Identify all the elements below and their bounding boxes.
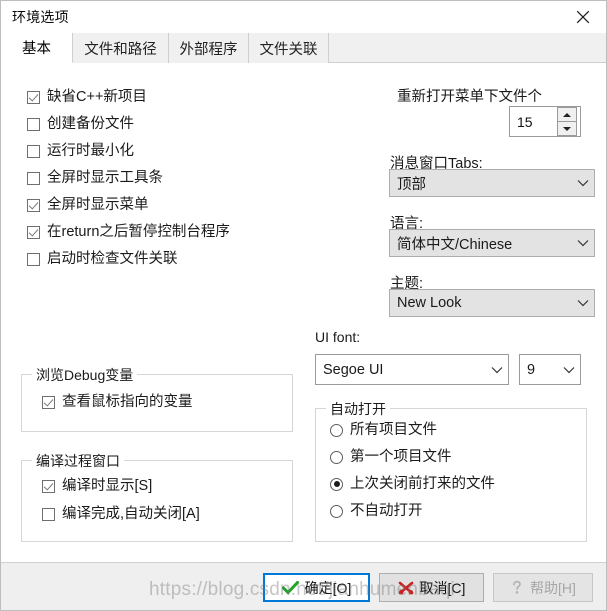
radio-label: 不自动打开 <box>350 503 423 519</box>
basic-tab-panel: 缺省C++新项目 创建备份文件 运行时最小化 全屏时显示工具条 全屏时显示菜单 … <box>1 63 606 562</box>
checkbox-show-menu-fullscreen[interactable]: 全屏时显示菜单 <box>27 198 149 213</box>
chevron-down-icon <box>572 239 594 247</box>
radio-label: 上次关闭前打来的文件 <box>350 476 495 492</box>
spinner-up-button[interactable] <box>557 107 577 122</box>
tab-external-programs-label: 外部程序 <box>179 41 238 58</box>
debug-watch-group-title: 浏览Debug变量 <box>32 365 138 385</box>
question-mark-icon <box>510 580 524 595</box>
close-button[interactable] <box>560 1 606 32</box>
checkbox-label: 运行时最小化 <box>47 143 134 159</box>
checkbox-check-file-associations-on-startup[interactable]: 启动时检查文件关联 <box>27 252 178 267</box>
help-button-label: 帮助[H] <box>530 579 576 596</box>
checkbox-box <box>27 144 40 158</box>
checkbox-label: 查看鼠标指向的变量 <box>62 394 193 410</box>
checkbox-box <box>42 395 55 409</box>
checkbox-box <box>42 479 55 493</box>
checkbox-box <box>27 198 40 212</box>
checkbox-box <box>27 252 40 266</box>
spinner-buttons <box>557 107 577 136</box>
radio-do-not-auto-open[interactable]: 不自动打开 <box>330 504 423 519</box>
checkbox-auto-close-after-compile[interactable]: 编译完成,自动关闭[A] <box>42 507 200 522</box>
checkbox-label: 编译完成,自动关闭[A] <box>62 506 200 522</box>
checkbox-create-backup-file[interactable]: 创建备份文件 <box>27 117 134 132</box>
environment-options-dialog: 环境选项 基本 文件和路径 外部程序 文件关联 缺省C++新项目 创建备份文件 … <box>0 0 607 611</box>
radio-box <box>330 504 343 518</box>
message-tabs-value: 顶部 <box>397 176 426 193</box>
help-button[interactable]: 帮助[H] <box>493 573 593 602</box>
spinner-up-icon <box>563 112 571 117</box>
radio-box <box>330 423 343 437</box>
tab-basic-label: 基本 <box>22 41 51 57</box>
checkbox-label: 全屏时显示工具条 <box>47 170 163 186</box>
tab-basic[interactable]: 基本 <box>1 33 73 63</box>
cancel-button[interactable]: 取消[C] <box>379 573 484 602</box>
recent-files-value: 15 <box>517 113 533 130</box>
close-icon <box>576 10 590 24</box>
ui-font-family-select[interactable]: Segoe UI <box>315 354 509 385</box>
message-tabs-select[interactable]: 顶部 <box>389 169 595 197</box>
title-bar: 环境选项 <box>1 1 606 33</box>
tab-files-and-paths[interactable]: 文件和路径 <box>73 33 169 63</box>
chevron-down-icon <box>486 366 508 374</box>
checkbox-box <box>27 90 40 104</box>
dialog-button-bar: 确定[O] 取消[C] 帮助[H] <box>1 562 606 610</box>
radio-label: 第一个项目文件 <box>350 449 452 465</box>
checkbox-box <box>27 117 40 131</box>
tab-external-programs[interactable]: 外部程序 <box>169 33 249 63</box>
check-icon <box>281 580 299 595</box>
recent-files-label: 重新打开菜单下文件个 <box>397 89 542 105</box>
recent-files-spinner[interactable]: 15 <box>509 106 581 137</box>
ui-font-size-value: 9 <box>527 361 536 378</box>
checkbox-box <box>27 225 40 239</box>
auto-open-group: 自动打开 所有项目文件 第一个项目文件 上次关闭前打来的文件 不自动打开 <box>315 399 587 542</box>
checkbox-show-toolbar-fullscreen[interactable]: 全屏时显示工具条 <box>27 171 163 186</box>
ui-font-size-select[interactable]: 9 <box>519 354 581 385</box>
theme-select[interactable]: New Look <box>389 289 595 317</box>
chevron-down-icon <box>572 299 594 307</box>
checkbox-pause-console-after-return[interactable]: 在return之后暂停控制台程序 <box>27 225 230 240</box>
spinner-down-icon <box>563 126 571 131</box>
checkbox-label: 编译时显示[S] <box>62 478 153 494</box>
radio-box <box>330 450 343 464</box>
radio-all-project-files[interactable]: 所有项目文件 <box>330 423 437 438</box>
chevron-down-icon <box>572 179 594 187</box>
radio-label: 所有项目文件 <box>350 422 437 438</box>
language-select[interactable]: 简体中文/Chinese <box>389 229 595 257</box>
window-title: 环境选项 <box>12 9 69 25</box>
auto-open-group-title: 自动打开 <box>326 399 390 419</box>
checkbox-label: 全屏时显示菜单 <box>47 197 149 213</box>
compile-window-group-title: 编译过程窗口 <box>32 451 124 471</box>
checkbox-minimize-on-run[interactable]: 运行时最小化 <box>27 144 134 159</box>
radio-files-open-before-last-close[interactable]: 上次关闭前打来的文件 <box>330 477 495 492</box>
cancel-button-label: 取消[C] <box>419 579 466 596</box>
checkbox-default-cpp-project[interactable]: 缺省C++新项目 <box>27 90 147 105</box>
ui-font-family-value: Segoe UI <box>323 361 384 378</box>
ok-button[interactable]: 确定[O] <box>263 573 370 602</box>
tab-file-associations[interactable]: 文件关联 <box>249 33 329 63</box>
spinner-down-button[interactable] <box>557 122 577 136</box>
tab-file-associations-label: 文件关联 <box>259 41 318 58</box>
ok-button-label: 确定[O] <box>304 579 352 596</box>
checkbox-box <box>42 507 55 521</box>
theme-value: New Look <box>397 295 462 311</box>
checkbox-label: 缺省C++新项目 <box>47 89 147 105</box>
compile-window-group: 编译过程窗口 编译时显示[S] 编译完成,自动关闭[A] <box>21 451 293 542</box>
language-value: 简体中文/Chinese <box>397 236 513 253</box>
checkbox-box <box>27 171 40 185</box>
checkbox-label: 启动时检查文件关联 <box>47 251 178 267</box>
radio-first-project-file[interactable]: 第一个项目文件 <box>330 450 452 465</box>
tab-files-and-paths-label: 文件和路径 <box>84 41 157 58</box>
checkbox-watch-variable-under-mouse[interactable]: 查看鼠标指向的变量 <box>42 395 193 410</box>
checkbox-label: 在return之后暂停控制台程序 <box>47 224 230 240</box>
ui-font-label: UI font: <box>315 329 361 345</box>
checkbox-label: 创建备份文件 <box>47 116 134 132</box>
chevron-down-icon <box>558 366 580 374</box>
cancel-x-icon <box>398 581 414 595</box>
checkbox-show-while-compiling[interactable]: 编译时显示[S] <box>42 479 152 494</box>
tab-strip: 基本 文件和路径 外部程序 文件关联 <box>1 33 606 63</box>
radio-box <box>330 477 343 491</box>
debug-watch-group: 浏览Debug变量 查看鼠标指向的变量 <box>21 365 293 432</box>
